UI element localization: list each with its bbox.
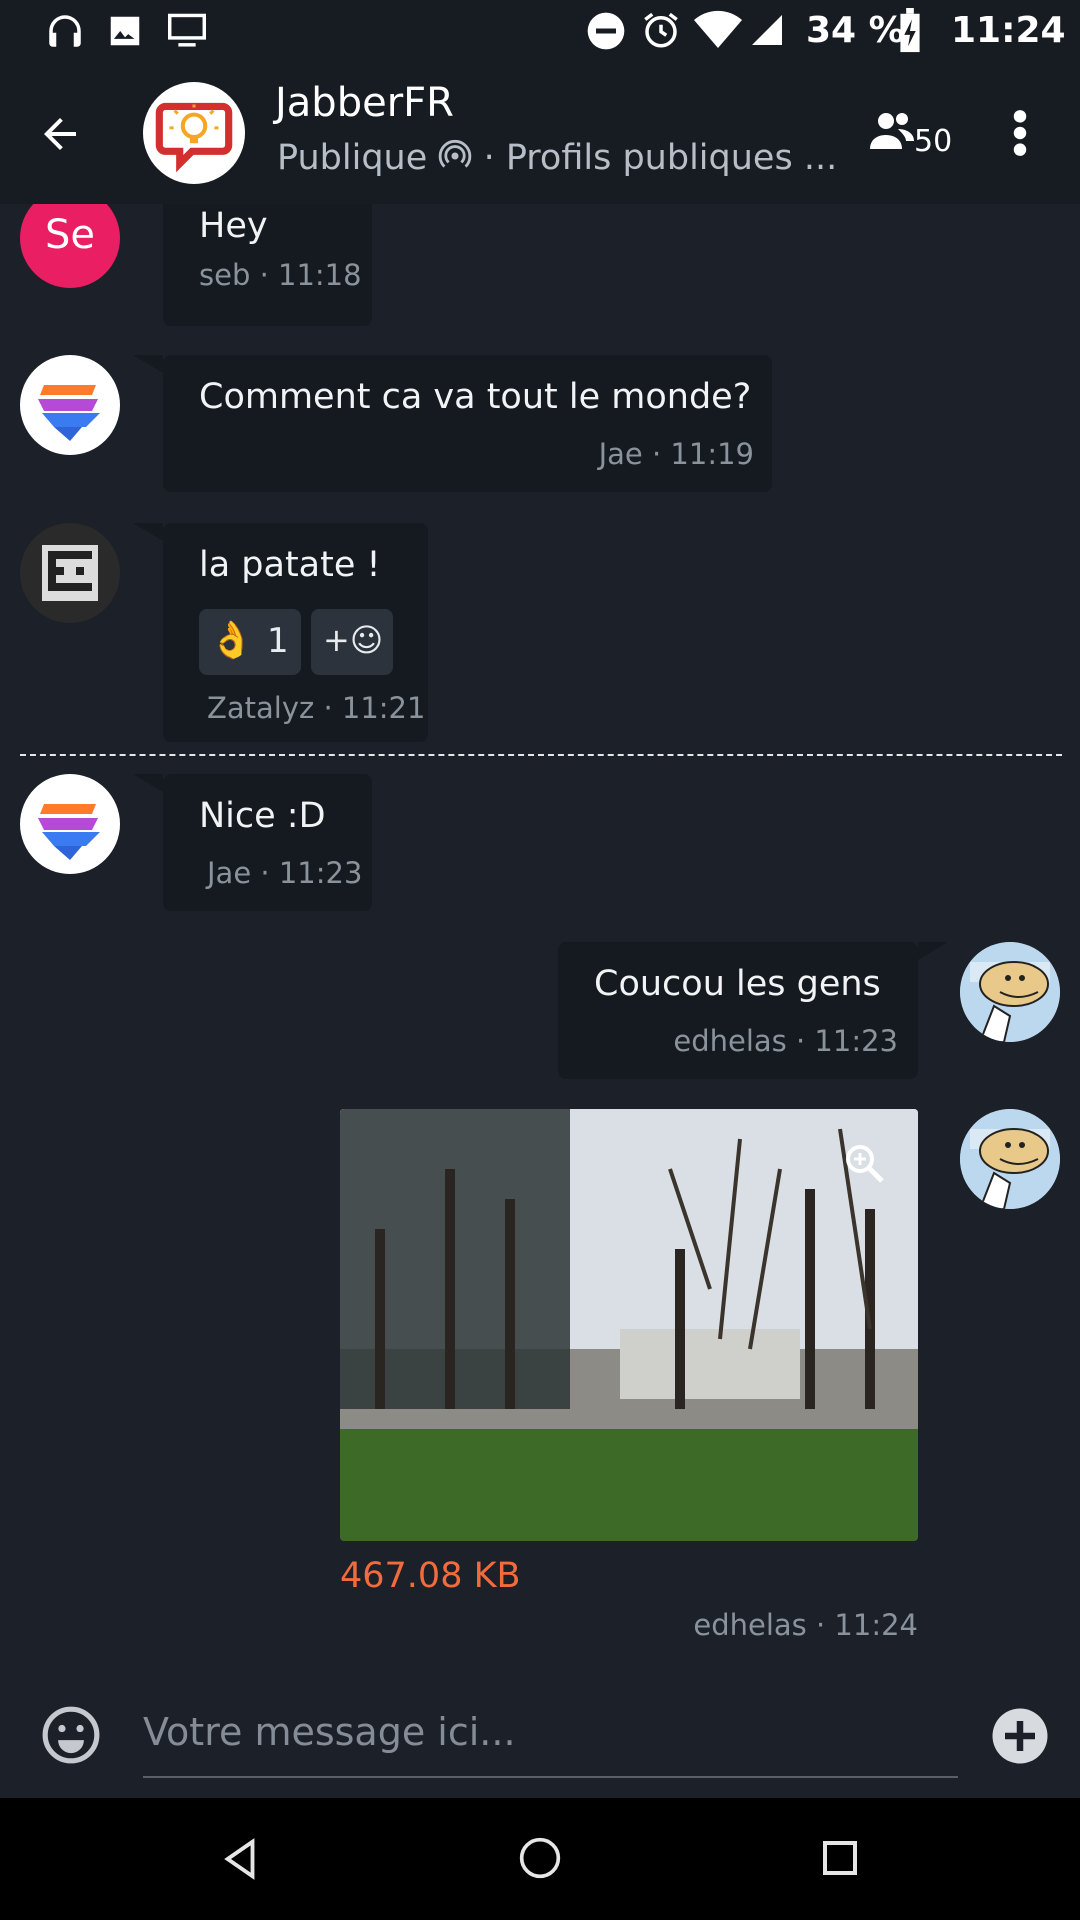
message-meta: seb · 11:18 [199,258,362,292]
room-visibility: Publique [277,138,428,178]
bubble-tail [133,523,163,541]
message-meta: edhelas · 11:24 [693,1608,918,1642]
message-list[interactable]: Se Hey seb · 11:18 Comment ca va tout le… [0,204,1080,1670]
bubble-tail [918,942,948,960]
clock-time: 11:24 [951,10,1066,51]
add-attachment-icon[interactable] [990,1706,1050,1766]
cartoon-avatar-icon [960,942,1060,1042]
message-meta: Zatalyz · 11:21 [207,691,426,725]
own-message-bubble[interactable]: Coucou les gens edhelas · 11:23 [558,942,918,1079]
broadcast-icon [439,139,472,168]
room-avatar[interactable] [143,82,245,184]
participants-count: 50 [914,124,953,159]
bubble-tail [133,774,163,792]
add-reaction-button[interactable]: +☺ [311,609,393,675]
battery-percentage: 34 % [806,10,905,51]
alarm-icon [644,12,678,48]
avatar-initials: Se [45,212,95,258]
nav-recents-icon[interactable] [820,1838,860,1878]
message-text: Nice :D [199,796,326,836]
message-bubble[interactable]: Nice :D Jae · 11:23 [163,774,372,911]
system-navigation-bar [0,1798,1080,1920]
jae-logo-icon [38,804,100,860]
maze-pattern-icon [42,545,98,601]
message-input-placeholder: Votre message ici... [143,1710,516,1754]
avatar-edhelas[interactable] [960,1109,1060,1209]
emoji-icon[interactable] [40,1704,102,1766]
message-text: Comment ca va tout le monde? [199,377,752,417]
lightbulb-speech-icon [155,102,233,173]
reaction-count: 1 [267,621,289,661]
message-meta: edhelas · 11:23 [673,1024,898,1058]
status-bar: 34 % 11:24 [0,0,1080,62]
message-text: la patate ! [199,545,381,585]
message-meta: Jae · 11:19 [598,437,754,471]
message-bubble[interactable]: la patate ! 👌 1 +☺ Zatalyz · 11:21 [163,523,428,742]
add-reaction-label: +☺ [323,621,384,659]
unread-divider [20,754,1062,756]
avatar-seb[interactable]: Se [20,204,120,288]
avatar-edhelas[interactable] [960,942,1060,1042]
bubble-tail [133,355,163,373]
do-not-disturb-icon [587,12,625,50]
zoom-icon[interactable] [840,1139,888,1187]
headphones-icon [49,15,81,47]
avatar-zatalyz[interactable] [20,523,120,623]
image-icon [110,16,140,46]
file-size: 467.08 KB [340,1556,521,1596]
reaction-emoji: 👌 [209,620,254,661]
more-options-icon[interactable] [1000,108,1040,158]
room-subtitle: Publique · Profils publiques ... [277,138,837,178]
message-meta: Jae · 11:23 [207,856,363,890]
chat-toolbar: JabberFR Publique · Profils publiques ..… [0,62,1080,204]
image-attachment[interactable] [340,1109,918,1541]
avatar-jae[interactable] [20,774,120,874]
nav-back-icon[interactable] [218,1836,264,1882]
signal-icon [752,15,782,45]
photo-trees [340,1109,918,1541]
message-text: Coucou les gens [594,964,881,1004]
message-text: Hey [199,206,268,246]
nav-home-icon[interactable] [518,1836,562,1880]
message-bubble[interactable]: Comment ca va tout le monde? Jae · 11:19 [163,355,772,492]
monitor-icon [168,13,206,47]
message-composer: Votre message ici... [0,1670,1080,1798]
reaction-chip[interactable]: 👌 1 [199,609,301,675]
cartoon-avatar-icon [960,1109,1060,1209]
participants-icon[interactable] [866,110,918,152]
room-profiles-info: · Profils publiques ... [483,138,838,178]
back-arrow-icon[interactable] [36,110,84,158]
room-title: JabberFR [275,80,454,126]
message-input[interactable]: Votre message ici... [143,1710,958,1778]
jae-logo-icon [38,385,100,441]
battery-charging-icon [900,8,920,53]
message-bubble[interactable]: Hey seb · 11:18 [163,204,372,326]
avatar-jae[interactable] [20,355,120,455]
wifi-icon [694,10,742,49]
